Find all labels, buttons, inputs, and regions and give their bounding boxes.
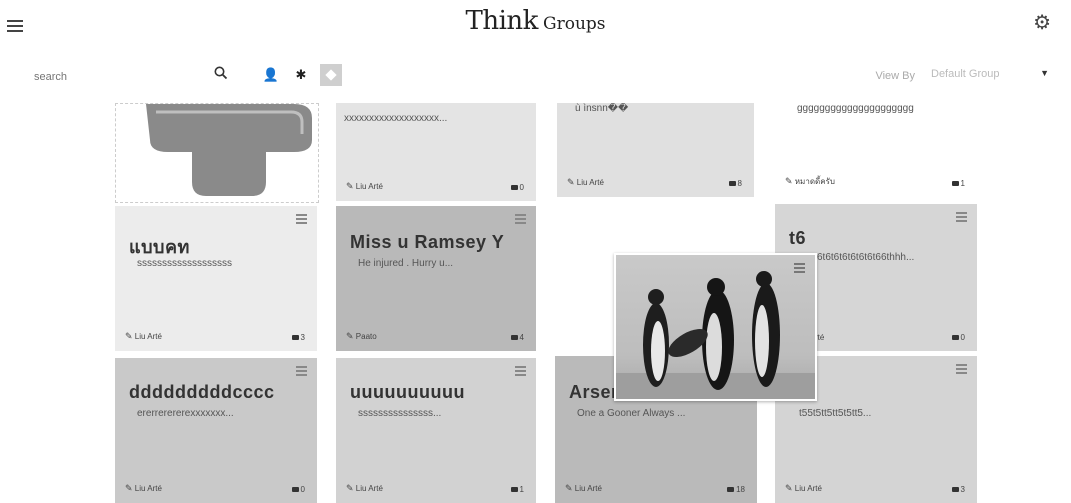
pencil-icon: ✎ [346, 331, 354, 341]
card-title: uuuuuuuuuu [350, 382, 465, 402]
dragged-group-card[interactable] [614, 253, 817, 401]
card-title: Miss u Ramsey Y [350, 232, 505, 252]
pencil-icon: ✎ [125, 483, 133, 493]
card-comments: 0 [291, 485, 305, 494]
card-comments: 4 [510, 333, 524, 342]
card-menu-icon[interactable] [956, 212, 967, 224]
card-desc: 6t6t6t6t6t6t6t66thhh... [817, 252, 915, 263]
pencil-icon: ✎ [346, 181, 354, 191]
comment-icon [951, 181, 959, 187]
pencil-icon: ✎ [346, 483, 354, 493]
card-title: แบบคท [129, 237, 190, 257]
card-desc: ù ìnsnn�� [575, 103, 629, 114]
card-author: ✎ Liu Arté [785, 483, 822, 493]
search-input[interactable] [32, 66, 211, 88]
brand-groups: Groups [543, 14, 606, 34]
comment-icon [510, 487, 518, 493]
card-author: ✎ Liu Arté [565, 483, 602, 493]
card-author: ✎ หมาดดี้ครับ [785, 176, 835, 186]
pencil-icon: ✎ [125, 331, 133, 341]
comment-icon [727, 487, 735, 493]
card-desc: xxxxxxxxxxxxxxxxxxx... [344, 113, 448, 124]
card-author: ✎ Liu Arté [125, 483, 162, 493]
card-menu-icon[interactable] [296, 214, 307, 226]
card-menu-icon[interactable] [956, 364, 967, 376]
pencil-icon: ✎ [567, 177, 575, 187]
brand-think: Think [465, 6, 539, 36]
group-select[interactable]: Default Group ▼ [931, 68, 1049, 80]
asterisk-icon: ✱ [295, 67, 307, 82]
card-author: ✎ Paato [346, 331, 377, 341]
card-title: Arser [569, 382, 619, 402]
user-filter-button[interactable]: 👤 [260, 64, 282, 86]
card-desc: sssssssssssssss... [358, 408, 442, 419]
card-comments: 3 [951, 485, 965, 494]
group-card-logo[interactable] [115, 103, 319, 203]
square-filter-button[interactable] [320, 64, 342, 86]
card-title: dddddddddcccc [129, 382, 275, 402]
comment-icon [291, 335, 299, 341]
group-select-value: Default Group [931, 68, 1000, 80]
square-icon [325, 69, 337, 81]
card-author: ✎ Liu Arté [346, 483, 383, 493]
comment-icon [510, 335, 518, 341]
comment-icon [291, 487, 299, 493]
card-comments: 18 [727, 485, 745, 494]
card-desc: t55t5tt5tt5t5tt5... [799, 408, 872, 419]
group-card[interactable]: ggggggggggggggggggggg ✎ หมาดดี้ครับ 1 [775, 103, 977, 197]
group-card[interactable]: แบบคท sssssssssssssssssss ✎ Liu Arté 3 [115, 206, 317, 351]
pencil-icon: ✎ [565, 483, 573, 493]
card-comments: 1 [510, 485, 524, 494]
pencil-icon: ✎ [785, 176, 793, 186]
card-desc: ererrerererexxxxxxx... [137, 408, 234, 419]
card-comments: 0 [510, 183, 524, 192]
comment-icon [951, 335, 959, 341]
card-comments: 3 [291, 333, 305, 342]
comment-icon [951, 487, 959, 493]
card-title: t6 [789, 228, 807, 248]
group-card[interactable]: Miss u Ramsey Y He injured . Hurry u... … [336, 206, 536, 351]
card-menu-icon[interactable] [515, 366, 526, 378]
asterisk-filter-button[interactable]: ✱ [290, 64, 312, 86]
user-icon: 👤 [262, 67, 280, 82]
search-icon[interactable] [214, 66, 228, 80]
chevron-down-icon: ▼ [1040, 68, 1049, 78]
card-comments: 8 [728, 179, 742, 188]
card-menu-icon[interactable] [296, 366, 307, 378]
comment-icon [728, 181, 736, 187]
card-menu-icon[interactable] [515, 214, 526, 226]
card-author: ✎ Liu Arté [346, 181, 383, 191]
brand-logo: Think Groups [0, 6, 1071, 36]
group-card[interactable]: uuuuuuuuuu sssssssssssssss... ✎ Liu Arté… [336, 358, 536, 503]
group-card[interactable]: dddddddddcccc ererrerererexxxxxxx... ✎ L… [115, 358, 317, 503]
card-desc: ggggggggggggggggggggg [797, 103, 914, 114]
card-desc: One a Gooner Always ... [577, 408, 686, 419]
card-comments: 0 [951, 333, 965, 342]
group-card[interactable]: ù ìnsnn�� ✎ Liu Arté 8 [557, 103, 754, 197]
card-comments: 1 [951, 179, 965, 188]
card-menu-icon[interactable] [794, 263, 805, 273]
card-author: ✎ Liu Arté [567, 177, 604, 187]
pencil-icon: ✎ [785, 483, 793, 493]
card-desc: He injured . Hurry u... [358, 258, 454, 269]
view-by-label: View By [875, 70, 915, 82]
card-desc: sssssssssssssssssss [137, 258, 232, 269]
gear-icon[interactable]: ⚙ [1033, 10, 1051, 35]
think-logo-image [146, 104, 312, 196]
card-author: ✎ Liu Arté [125, 331, 162, 341]
comment-icon [510, 185, 518, 191]
penguin-photo [616, 271, 815, 399]
group-card[interactable]: xxxxxxxxxxxxxxxxxxx... ✎ Liu Arté 0 [336, 103, 536, 201]
